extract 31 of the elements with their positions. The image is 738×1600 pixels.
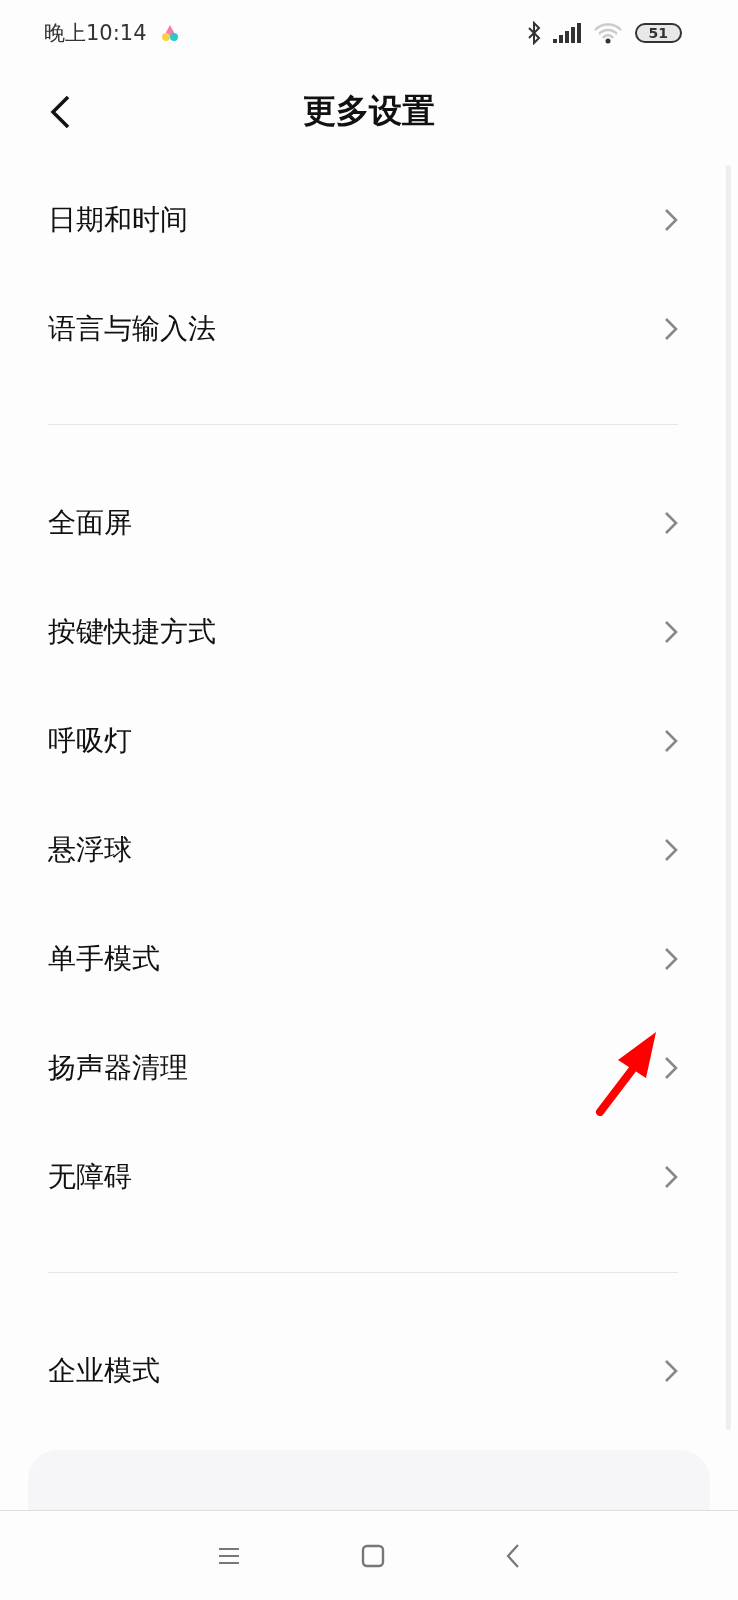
battery-level: 51 (634, 23, 682, 43)
settings-item[interactable]: 单手模式 (0, 904, 738, 1013)
settings-item[interactable]: 悬浮球 (0, 795, 738, 904)
settings-item[interactable]: 语言与输入法 (0, 274, 738, 383)
settings-item[interactable]: 日期和时间 (0, 165, 738, 274)
chevron-right-icon (664, 1164, 678, 1189)
chevron-right-icon (664, 837, 678, 862)
page-title: 更多设置 (303, 89, 435, 132)
settings-item[interactable]: 扬声器清理 (0, 1013, 738, 1122)
app-notification-icon (160, 24, 179, 42)
chevron-right-icon (664, 619, 678, 644)
chevron-right-icon (664, 207, 678, 232)
settings-item[interactable]: 按键快捷方式 (0, 577, 738, 686)
chevron-right-icon (664, 316, 678, 341)
home-button[interactable] (361, 1543, 385, 1568)
signal-icon (552, 23, 581, 43)
chevron-right-icon (664, 510, 678, 535)
settings-item[interactable]: 全面屏 (0, 468, 738, 577)
chevron-right-icon (664, 1055, 678, 1080)
wifi-icon (592, 22, 623, 44)
chevron-right-icon (664, 1358, 678, 1383)
back-nav-button[interactable] (505, 1542, 521, 1569)
settings-item[interactable]: 无障碍 (0, 1122, 738, 1231)
bluetooth-icon (526, 21, 541, 45)
settings-item[interactable]: 呼吸灯 (0, 686, 738, 795)
chevron-right-icon (664, 946, 678, 971)
chevron-right-icon (664, 728, 678, 753)
back-button[interactable] (48, 95, 72, 129)
settings-item[interactable]: 企业模式 (0, 1316, 738, 1425)
menu-button[interactable] (217, 1545, 241, 1566)
status-time: 晚上10:14 (44, 20, 147, 47)
